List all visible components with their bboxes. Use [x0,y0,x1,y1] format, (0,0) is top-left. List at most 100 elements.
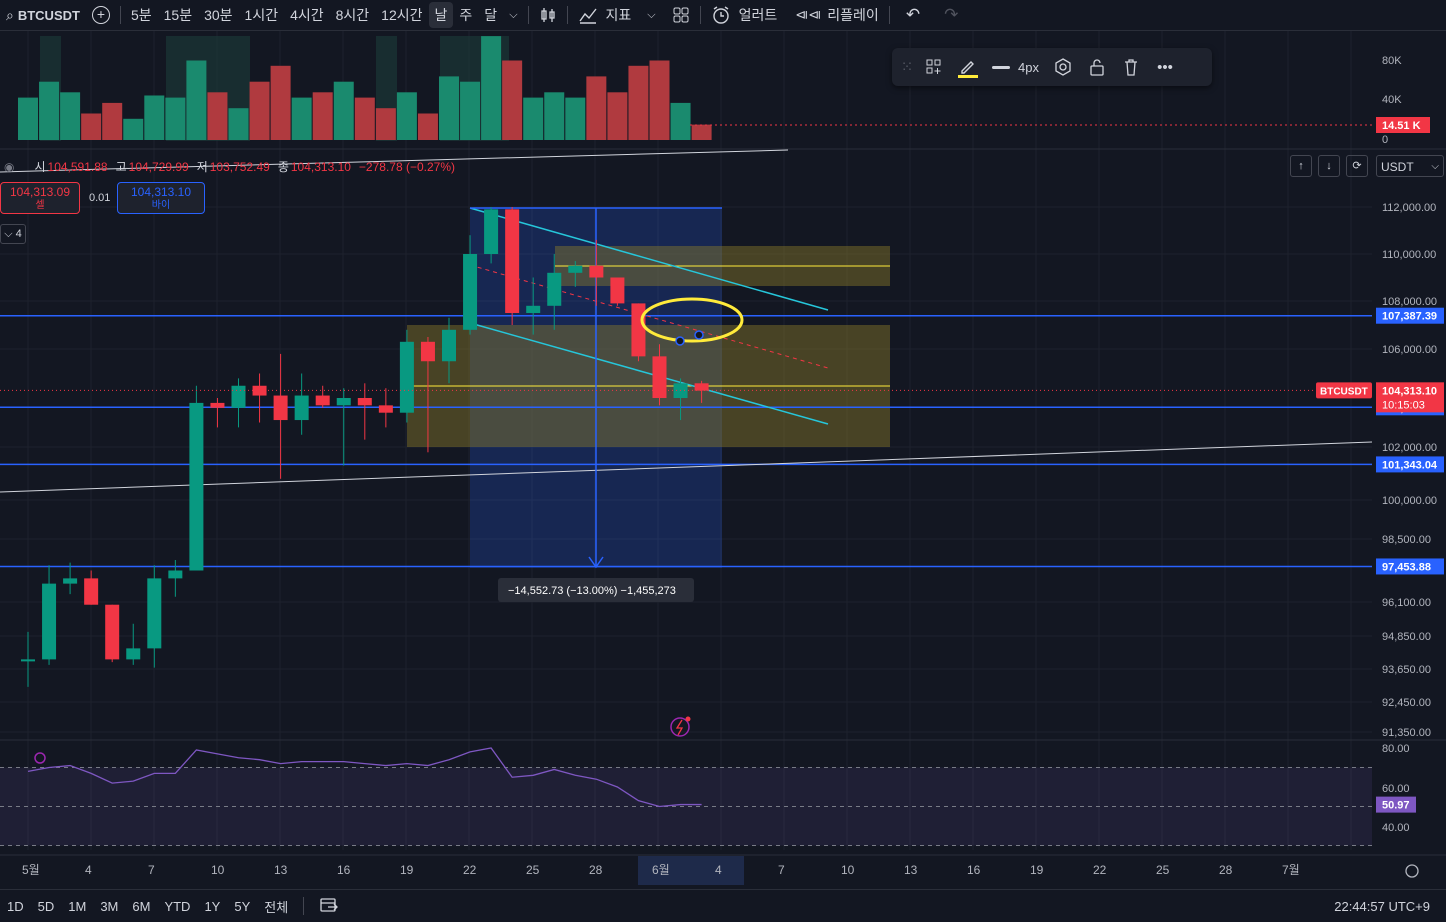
time-axis-label: 28 [1219,863,1233,877]
close-label: 종 [277,160,289,174]
time-axis-label: 25 [1156,863,1170,877]
line-width-icon [992,65,1010,69]
sell-button[interactable]: 104,313.09 셀 [0,182,80,214]
change-value: −278.78 (−0.27%) [358,159,455,174]
candle-body [168,570,183,579]
spread-value: 0.01 [89,192,111,204]
legend-eye-icon[interactable]: ◉ [4,160,14,174]
indicator-collapse-button[interactable]: ⌵ 4 [0,224,26,244]
volume-bar [649,60,670,140]
candle-body [631,303,646,357]
candle-body [84,578,99,605]
range-7[interactable]: 5Y [227,899,257,914]
sell-price: 104,313.09 [9,185,71,199]
volume-bar [439,76,459,140]
price-axis-label: 98,500.00 [1382,534,1431,546]
rsi-band [0,767,1372,846]
candle-body [399,341,414,413]
clock[interactable]: 22:44:57 UTC+9 [1334,899,1430,914]
drag-handle-icon[interactable]: ⁙ [900,53,914,81]
divider [527,6,529,24]
indicators-dropdown[interactable]: ⌵ [637,0,665,30]
volume-bar [607,92,628,140]
interval-1[interactable]: 15분 [158,0,198,30]
price-axis-label: 92,450.00 [1382,697,1431,709]
volume-bar [396,92,417,140]
time-axis-label: 22 [463,863,477,877]
close-value: 104,313.10 [290,159,351,174]
volume-bar [249,81,270,140]
range-1[interactable]: 5D [31,899,62,914]
calendar-arrow-icon [320,897,339,912]
delete-button[interactable] [1117,53,1145,81]
scroll-down-button[interactable]: ↓ [1318,155,1340,177]
compare-button[interactable]: + [86,0,116,30]
range-0[interactable]: 1D [0,899,31,914]
price-axis-label: 110,000.00 [1382,249,1436,261]
price-axis-label: 96,100.00 [1382,597,1431,609]
range-6[interactable]: 1Y [197,899,227,914]
range-2[interactable]: 1M [61,899,93,914]
interval-5[interactable]: 8시간 [330,0,376,30]
time-axis-label: 19 [1030,863,1044,877]
redo-button[interactable]: ↷ [932,0,970,30]
buy-label: 바이 [151,200,171,211]
interval-0[interactable]: 5분 [125,0,158,30]
templates-icon [926,59,941,74]
time-axis-label: 13 [274,863,288,877]
add-circle-icon: + [91,6,110,24]
range-8[interactable]: 전체 [257,897,295,916]
candle-body [336,398,351,406]
interval-3[interactable]: 1시간 [239,0,285,30]
interval-6[interactable]: 12시간 [375,0,428,30]
alert-label: 얼러트 [738,7,778,23]
low-label: 저 [196,160,208,174]
currency-value: USDT [1381,160,1414,174]
replay-button[interactable]: ⧏⧏ 리플레이 [789,0,885,30]
reset-scale-button[interactable]: ⟳ [1346,155,1368,177]
more-button[interactable]: ••• [1151,53,1179,81]
horizontal-line-price-label: 107,387.39 [1382,311,1437,323]
time-axis-label: 4 [715,863,722,877]
alert-button[interactable]: 얼러트 [705,0,784,30]
templates-button[interactable] [920,53,948,81]
candle-body [63,578,78,584]
range-5[interactable]: YTD [157,899,197,914]
search-icon: ⌕ [6,6,14,23]
range-4[interactable]: 6M [125,899,157,914]
candle-body [210,402,225,408]
line-width-button[interactable]: 4px [988,53,1043,81]
top-toolbar: ⌕ BTCUSDT + 5분 15분 30분 1시간 4시간 8시간 12시간 날 주 달 ⌵ 지… [0,0,1446,31]
symbol-search[interactable]: ⌕ BTCUSDT [0,0,86,30]
layouts-button[interactable] [666,0,696,30]
settings-button[interactable] [1049,53,1077,81]
range-3[interactable]: 3M [93,899,125,914]
redo-icon: ↷ [944,5,959,24]
chevron-down-icon: ⌵ [509,8,518,21]
rewind-icon: ⧏⧏ [795,7,822,22]
interval-2[interactable]: 30분 [198,0,238,30]
interval-dropdown[interactable]: ⌵ [503,0,523,30]
volume-bar [375,108,396,140]
goto-date-button[interactable] [312,896,346,917]
candle-body [126,648,141,660]
pencil-icon [958,61,978,78]
candle-body [463,254,478,330]
candle-body [378,405,393,413]
undo-button[interactable]: ↶ [894,0,932,30]
indicators-button[interactable]: 지표 [572,0,638,30]
chart-type-button[interactable] [533,0,563,30]
open-value: 104,591.88 [47,159,108,174]
lock-button[interactable] [1083,53,1111,81]
interval-4[interactable]: 4시간 [284,0,330,30]
candle-body [42,583,57,660]
currency-select[interactable]: USDT ⌵ [1376,155,1444,177]
interval-9[interactable]: 달 [478,0,503,30]
scroll-up-button[interactable]: ↑ [1290,155,1312,177]
price-axis-label: 106,000.00 [1382,344,1437,356]
buy-button[interactable]: 104,313.10 바이 [117,182,205,214]
volume-bar [586,76,607,140]
interval-8[interactable]: 주 [453,0,478,30]
line-color-button[interactable] [954,53,982,81]
interval-7[interactable]: 날 [428,2,454,28]
